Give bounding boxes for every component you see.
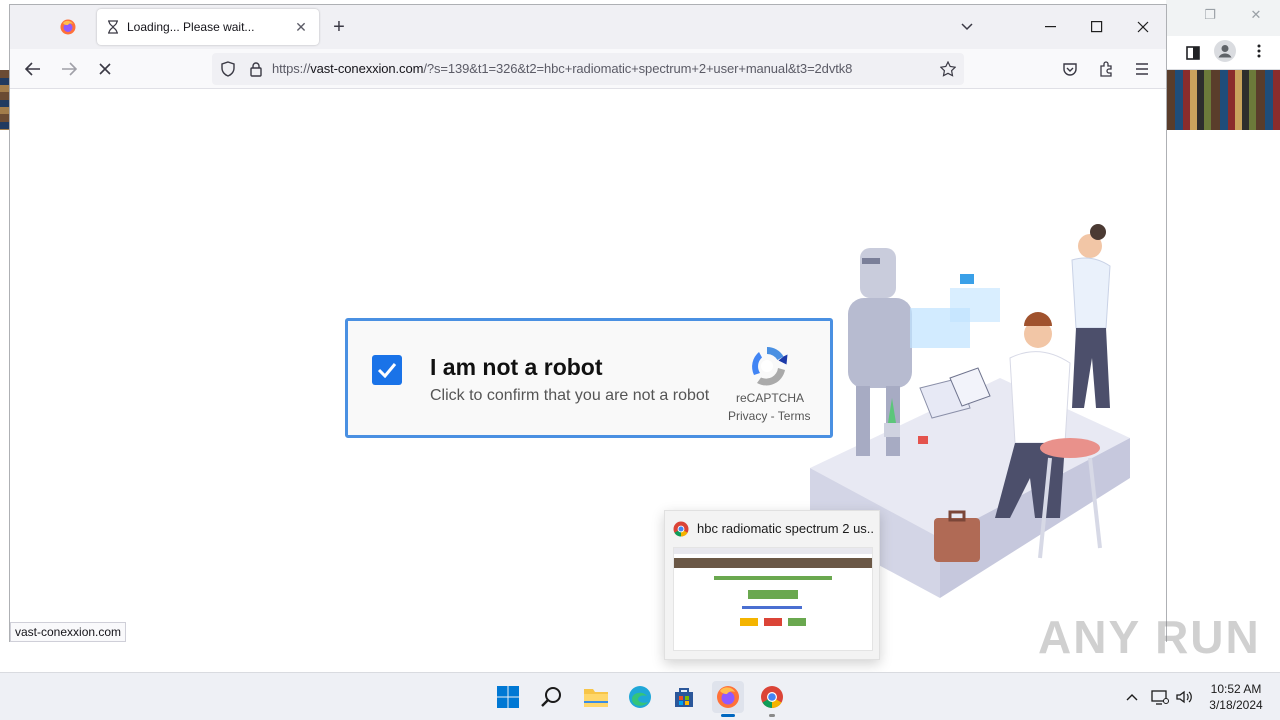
url-path: /?s=139&t1=326&t2=hbc+radiomatic+spectru… <box>423 61 853 76</box>
minimize-button[interactable] <box>1028 13 1074 41</box>
search-icon <box>541 687 561 707</box>
taskbar-edge[interactable] <box>624 681 656 713</box>
bookmark-star-icon[interactable] <box>940 61 956 77</box>
new-tab-button[interactable]: + <box>328 17 350 39</box>
menu-dots-icon[interactable] <box>1248 40 1270 62</box>
extensions-button[interactable] <box>1096 59 1116 79</box>
captcha-title: I am not a robot <box>430 354 603 380</box>
pocket-icon <box>1063 63 1077 76</box>
close-window-button[interactable] <box>1120 13 1166 41</box>
clock-time: 10:52 AM <box>1210 682 1262 696</box>
background-titlebar: ❐ ✕ <box>1166 0 1280 36</box>
lock-icon[interactable] <box>248 61 264 77</box>
taskbar-file-explorer[interactable] <box>580 681 612 713</box>
captcha-brand: reCAPTCHA <box>736 391 805 405</box>
taskbar-firefox[interactable] <box>712 681 744 717</box>
background-image-strip <box>1166 70 1280 130</box>
status-bar: vast-conexxion.com <box>10 622 127 642</box>
captcha-box[interactable]: I am not a robot Click to confirm that y… <box>345 318 833 438</box>
active-indicator <box>721 714 735 717</box>
store-icon <box>675 688 693 707</box>
tab-bar: Loading... Please wait... ✕ + <box>10 5 1166 49</box>
tab-loading[interactable]: Loading... Please wait... ✕ <box>97 9 319 45</box>
stop-button[interactable] <box>90 57 120 81</box>
profile-icon[interactable] <box>1214 40 1236 62</box>
background-toolbar <box>1166 36 1280 70</box>
firefox-icon <box>60 19 76 35</box>
volume-button[interactable] <box>1174 687 1194 707</box>
minimize-icon <box>1045 26 1056 28</box>
clock-date: 3/18/2024 <box>1209 698 1263 712</box>
forward-button[interactable] <box>54 57 84 81</box>
close-icon[interactable]: ✕ <box>1244 6 1268 24</box>
anyrun-watermark: ANY RUN <box>1038 611 1261 663</box>
chrome-icon <box>761 686 783 708</box>
tab-title: Loading... Please wait... <box>127 20 255 34</box>
firefox-icon <box>717 686 739 708</box>
app-menu-button[interactable] <box>1132 59 1152 79</box>
preview-title: hbc radiomatic spectrum 2 us... <box>697 521 873 536</box>
taskbar-chrome[interactable] <box>756 681 788 717</box>
tab-pinned-firefox[interactable] <box>42 11 94 43</box>
url-text: https://vast-conexxion.com/?s=139&t1=326… <box>272 61 932 76</box>
puzzle-icon <box>1100 61 1112 77</box>
network-button[interactable] <box>1150 687 1170 707</box>
chevron-up-icon <box>1126 694 1138 701</box>
back-arrow-icon <box>25 62 40 76</box>
stop-icon <box>99 63 111 75</box>
tray-overflow-button[interactable] <box>1122 687 1142 707</box>
chrome-icon <box>673 521 689 537</box>
maximize-button[interactable] <box>1074 13 1120 41</box>
hamburger-menu-icon <box>1136 63 1148 75</box>
preview-screenshot <box>673 547 873 651</box>
close-icon <box>1137 21 1149 33</box>
restore-icon[interactable]: ❐ <box>1198 6 1222 24</box>
url-bar[interactable]: https://vast-conexxion.com/?s=139&t1=326… <box>212 53 964 85</box>
system-clock[interactable]: 10:52 AM 3/18/2024 <box>1196 681 1276 713</box>
tab-close-icon[interactable]: ✕ <box>293 19 309 35</box>
captcha-links[interactable]: Privacy - Terms <box>728 409 810 423</box>
recaptcha-logo-icon <box>752 346 788 386</box>
navigation-bar: https://vast-conexxion.com/?s=139&t1=326… <box>10 49 1166 89</box>
windows-start-icon <box>497 686 519 708</box>
file-explorer-icon <box>584 689 608 707</box>
start-button[interactable] <box>492 681 524 713</box>
taskbar: 10:52 AM 3/18/2024 <box>0 672 1280 720</box>
running-indicator <box>769 714 775 717</box>
chevron-down-icon <box>961 23 973 31</box>
preview-page-thumbnail <box>674 548 872 626</box>
back-button[interactable] <box>18 57 48 81</box>
firefox-window: Loading... Please wait... ✕ + https://va… <box>9 4 1167 642</box>
url-domain: vast-conexxion.com <box>310 61 424 76</box>
tracking-protection-shield-icon[interactable] <box>220 61 236 77</box>
page-content: I am not a robot Click to confirm that y… <box>10 90 1166 642</box>
sidepanel-icon[interactable] <box>1182 42 1204 64</box>
captcha-checkbox[interactable] <box>372 355 402 385</box>
url-prefix: https:// <box>272 61 311 76</box>
network-icon <box>1151 690 1169 705</box>
maximize-icon <box>1091 21 1103 33</box>
taskbar-store[interactable] <box>668 681 700 713</box>
speaker-icon <box>1176 690 1192 704</box>
taskbar-search-button[interactable] <box>536 681 568 713</box>
tab-list-button[interactable] <box>956 17 978 37</box>
hourglass-icon <box>108 20 118 34</box>
taskbar-preview[interactable]: hbc radiomatic spectrum 2 us... <box>664 510 880 660</box>
forward-arrow-icon <box>62 62 77 76</box>
edge-icon <box>629 686 651 708</box>
checkmark-icon <box>377 363 397 378</box>
pocket-button[interactable] <box>1060 59 1080 79</box>
captcha-subtitle: Click to confirm that you are not a robo… <box>430 387 710 404</box>
